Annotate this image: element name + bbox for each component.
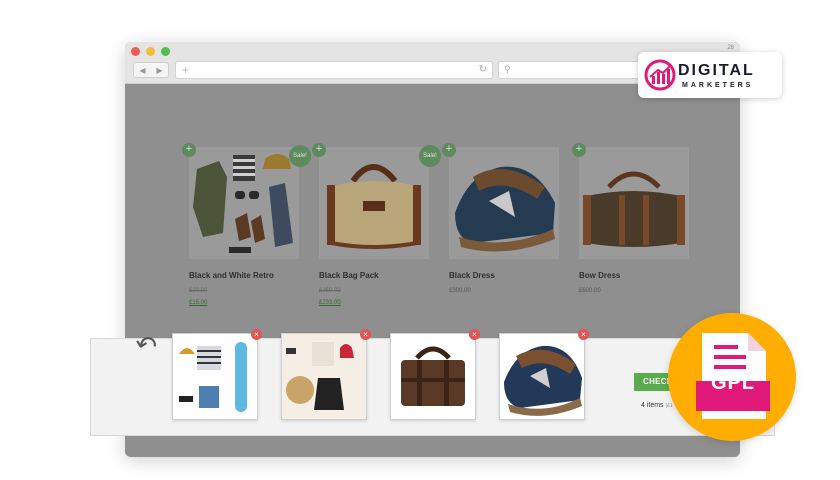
search-icon: ⚲ — [504, 64, 511, 74]
add-to-cart-icon[interactable]: + — [442, 143, 456, 157]
product-price: £233.00 — [319, 300, 341, 306]
brand-chart-icon — [644, 59, 676, 91]
add-to-cart-icon[interactable]: + — [572, 143, 586, 157]
product-card[interactable]: + Sale! Black and White Retro £20.00 £15… — [182, 143, 311, 306]
remove-item-icon[interactable]: × — [469, 329, 480, 340]
close-window-button[interactable] — [131, 47, 140, 56]
product-price: £300.00 — [449, 288, 471, 294]
product-price: £600.00 — [579, 288, 601, 294]
forward-arrow-icon[interactable]: ▶ — [156, 66, 162, 75]
product-name[interactable]: Black Bag Pack — [319, 271, 439, 280]
product-image[interactable] — [319, 147, 429, 259]
add-to-cart-icon[interactable]: + — [182, 143, 196, 157]
product-name[interactable]: Bow Dress — [579, 271, 699, 280]
product-card[interactable]: + Black Dress £300.00 — [442, 143, 569, 294]
cart-total-label: (£1 — [665, 403, 673, 409]
product-name[interactable]: Black Dress — [449, 271, 569, 280]
product-card[interactable]: + Bow Dress £600.00 — [572, 143, 699, 294]
cart-items-label: 4 items — [641, 402, 664, 409]
sale-badge: Sale! — [289, 145, 311, 167]
product-name[interactable]: Black and White Retro — [189, 271, 309, 280]
add-tab-icon[interactable]: + — [182, 63, 189, 77]
cart-items-count: 4 items (£1 — [641, 402, 673, 409]
cart-item-thumbnail[interactable]: × — [390, 329, 480, 420]
maximize-window-button[interactable] — [161, 47, 170, 56]
product-image[interactable] — [449, 147, 559, 259]
product-image[interactable] — [189, 147, 299, 259]
gpl-label: GPL — [710, 372, 756, 394]
back-arrow-icon[interactable]: ◀ — [139, 66, 145, 75]
nav-buttons: ◀ ▶ — [133, 62, 169, 78]
cart-item-thumbnail[interactable]: × — [172, 329, 262, 420]
window-id-label: 28 — [727, 45, 734, 51]
product-card[interactable]: + Sale! Black Bag Pack £250.00 £233.00 — [312, 143, 441, 306]
cart-item-thumbnail[interactable]: × — [499, 329, 589, 420]
add-to-cart-icon[interactable]: + — [312, 143, 326, 157]
remove-item-icon[interactable]: × — [578, 329, 589, 340]
reload-icon[interactable]: ↻ — [479, 64, 487, 75]
remove-item-icon[interactable]: × — [251, 329, 262, 340]
brand-logo: DIGITAL MARKETERS — [638, 52, 782, 98]
minimize-window-button[interactable] — [146, 47, 155, 56]
remove-item-icon[interactable]: × — [360, 329, 371, 340]
product-price: £15.00 — [189, 300, 208, 306]
product-image[interactable] — [579, 147, 689, 259]
search-input[interactable]: ⚲ — [498, 61, 658, 79]
address-bar[interactable]: + ↻ — [175, 61, 493, 79]
cart-item-thumbnail[interactable]: × — [281, 329, 371, 420]
stage: 28 ◀ ▶ + ↻ ⚲ + Sale! Black and White Ret… — [0, 0, 840, 480]
brand-name-line2: MARKETERS — [682, 82, 754, 89]
sale-badge: Sale! — [419, 145, 441, 167]
product-old-price: £20.00 — [189, 288, 208, 294]
brand-name-line1: DIGITAL — [678, 62, 755, 79]
product-old-price: £250.00 — [319, 288, 341, 294]
